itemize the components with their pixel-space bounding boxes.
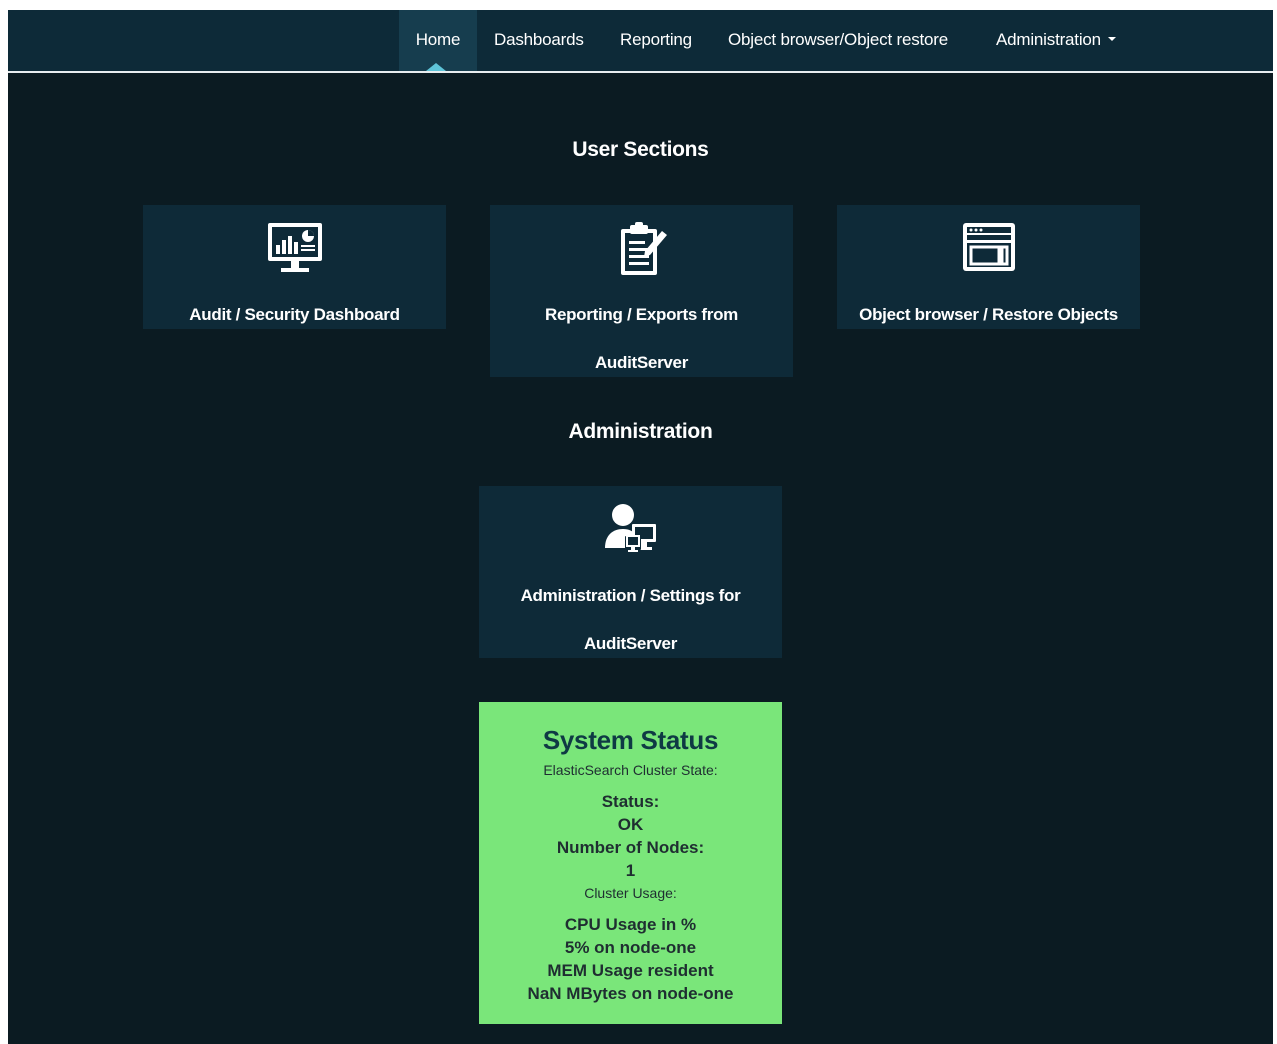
mem-usage-label: MEM Usage resident — [547, 961, 714, 980]
nodes-value: 1 — [625, 861, 636, 880]
system-status-title: System Status — [542, 725, 719, 755]
nav-reporting[interactable]: Reporting — [620, 10, 692, 71]
nav-dashboards-label: Dashboards — [494, 30, 584, 49]
nav-reporting-label: Reporting — [620, 30, 692, 49]
monitor-chart-icon — [266, 221, 324, 280]
top-navbar: Home Dashboards Reporting Object browser… — [8, 10, 1273, 73]
tile-reporting-label-line1: Reporting / Exports from — [544, 305, 739, 324]
app-window: Home Dashboards Reporting Object browser… — [8, 10, 1273, 1044]
tile-reporting-label: Reporting / Exports from AuditServer — [500, 291, 783, 387]
cluster-usage-label: Cluster Usage: — [584, 885, 677, 901]
user-sections-title: User Sections — [572, 138, 709, 161]
status-value: OK — [617, 815, 644, 834]
tile-object-browser-label: Object browser / Restore Objects — [859, 305, 1118, 324]
user-computer-icon — [603, 502, 659, 561]
cpu-usage-value: 5% on node-one — [564, 938, 697, 957]
nav-object-browser[interactable]: Object browser/Object restore — [728, 10, 948, 71]
administration-title: Administration — [568, 420, 713, 443]
nav-dashboards[interactable]: Dashboards — [494, 10, 584, 71]
tile-reporting-exports[interactable]: Reporting / Exports from AuditServer — [490, 205, 793, 377]
tile-reporting-label-line2: AuditServer — [594, 353, 689, 372]
nav-object-browser-label: Object browser/Object restore — [728, 30, 949, 49]
tile-audit-security-dashboard[interactable]: Audit / Security Dashboard — [143, 205, 446, 329]
cpu-usage-label: CPU Usage in % — [564, 915, 697, 934]
cluster-state-label: ElasticSearch Cluster State: — [543, 762, 718, 778]
tile-audit-label: Audit / Security Dashboard — [189, 305, 400, 324]
tile-administration-label-line2: AuditServer — [583, 634, 678, 653]
nodes-label: Number of Nodes: — [556, 838, 705, 857]
nav-home[interactable]: Home — [399, 10, 477, 71]
clipboard-edit-icon — [615, 221, 669, 282]
tile-administration-label-line1: Administration / Settings for — [520, 586, 741, 605]
system-status-panel: System Status ElasticSearch Cluster Stat… — [479, 702, 782, 1024]
nav-administration-label: Administration — [996, 30, 1101, 49]
nav-administration-dropdown[interactable]: Administration — [996, 10, 1116, 71]
nav-home-label: Home — [415, 30, 461, 49]
browser-window-icon — [961, 221, 1017, 278]
tile-object-browser[interactable]: Object browser / Restore Objects — [837, 205, 1140, 329]
tile-administration-settings[interactable]: Administration / Settings for AuditServe… — [479, 486, 782, 658]
caret-down-icon — [1107, 36, 1116, 41]
status-label: Status: — [601, 792, 660, 811]
tile-administration-label: Administration / Settings for AuditServe… — [489, 572, 772, 668]
active-tab-indicator — [426, 63, 446, 71]
mem-usage-value: NaN MBytes on node-one — [527, 984, 734, 1003]
